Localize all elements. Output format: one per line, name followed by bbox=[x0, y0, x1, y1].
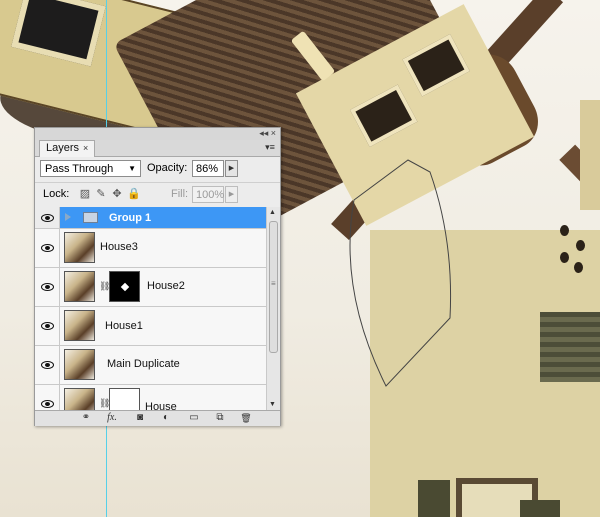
eye-icon bbox=[41, 244, 54, 252]
add-mask-icon[interactable]: ◙ bbox=[133, 412, 147, 425]
trash-icon[interactable]: 🗑 bbox=[239, 412, 253, 425]
close-icon[interactable]: × bbox=[83, 143, 88, 153]
layers-list: Group 1 House3 ⛓ House2 House1 Main Dupl… bbox=[35, 207, 266, 410]
mask-link-icon[interactable]: ⛓ bbox=[99, 397, 110, 409]
lock-transparency-icon[interactable]: ▨ bbox=[79, 188, 91, 200]
expand-arrow-icon[interactable] bbox=[65, 213, 71, 221]
visibility-toggle[interactable] bbox=[35, 229, 60, 267]
eye-icon bbox=[41, 400, 54, 408]
lock-pixels-icon[interactable]: ✎ bbox=[95, 188, 107, 200]
lock-label: Lock: bbox=[43, 188, 70, 200]
eye-icon bbox=[41, 361, 54, 369]
layer-row-main-duplicate[interactable]: Main Duplicate bbox=[35, 346, 266, 385]
scroll-down-icon[interactable]: ▼ bbox=[269, 401, 276, 408]
scrollbar-thumb[interactable]: ≡ bbox=[269, 221, 278, 353]
layer-name: House3 bbox=[100, 241, 138, 253]
lock-position-icon[interactable]: ✥ bbox=[111, 188, 123, 200]
layer-name: Main Duplicate bbox=[107, 358, 180, 370]
layer-thumbnail bbox=[64, 388, 95, 410]
new-layer-icon[interactable]: ⧉ bbox=[213, 412, 227, 425]
visibility-toggle[interactable] bbox=[35, 307, 60, 345]
link-layers-icon[interactable]: ⚭ bbox=[79, 412, 93, 425]
layers-bottom-toolbar: ⚭ fx. ◙ ◐ ▭ ⧉ 🗑 bbox=[35, 410, 280, 426]
layer-mask-thumbnail[interactable] bbox=[109, 388, 140, 410]
visibility-toggle[interactable] bbox=[35, 346, 60, 384]
fill-label: Fill: bbox=[171, 188, 189, 200]
visibility-toggle[interactable] bbox=[35, 268, 60, 306]
layer-thumbnail bbox=[64, 349, 95, 380]
layer-name: House bbox=[145, 401, 177, 410]
tab-layers[interactable]: Layers × bbox=[39, 140, 96, 157]
layer-row-house[interactable]: ⛓ House bbox=[35, 385, 266, 410]
layer-thumbnail bbox=[64, 232, 95, 263]
fill-slider-button[interactable]: ▶ bbox=[225, 186, 238, 203]
scroll-up-icon[interactable]: ▲ bbox=[269, 209, 276, 216]
eye-icon bbox=[41, 283, 54, 291]
mask-link-icon[interactable]: ⛓ bbox=[99, 280, 110, 292]
panel-menu-icon[interactable]: ▾≡ bbox=[263, 142, 277, 154]
layer-thumbnail bbox=[64, 271, 95, 302]
opacity-label: Opacity: bbox=[147, 162, 188, 174]
layer-name: House2 bbox=[147, 280, 185, 292]
layer-row-house2[interactable]: ⛓ House2 bbox=[35, 268, 266, 307]
fx-icon[interactable]: fx. bbox=[103, 412, 121, 425]
fill-input[interactable]: 100% bbox=[192, 186, 224, 203]
visibility-toggle[interactable] bbox=[35, 207, 60, 228]
layer-mask-thumbnail[interactable] bbox=[109, 271, 140, 302]
tab-layers-label: Layers bbox=[46, 142, 80, 154]
opacity-input[interactable]: 86% bbox=[192, 160, 224, 177]
layer-name: Group 1 bbox=[109, 212, 152, 224]
layer-row-house3[interactable]: House3 bbox=[35, 229, 266, 268]
eye-icon bbox=[41, 214, 54, 222]
layer-name: House1 bbox=[105, 320, 143, 332]
new-group-icon[interactable]: ▭ bbox=[187, 412, 201, 425]
layers-scrollbar[interactable]: ▲ ≡ ▼ bbox=[266, 207, 280, 410]
eye-icon bbox=[41, 322, 54, 330]
folder-icon bbox=[83, 212, 98, 223]
opacity-slider-button[interactable]: ▶ bbox=[225, 160, 238, 177]
adjustment-layer-icon[interactable]: ◐ bbox=[159, 412, 173, 425]
panel-collapse-close-icons[interactable]: ◂◂ × bbox=[259, 128, 276, 139]
layer-row-house1[interactable]: House1 bbox=[35, 307, 266, 346]
lock-all-icon[interactable]: 🔒 bbox=[127, 188, 141, 200]
chevron-down-icon: ▼ bbox=[128, 164, 136, 173]
blend-mode-select[interactable]: Pass Through ▼ bbox=[40, 160, 141, 177]
layers-panel: ◂◂ × Layers × ▾≡ Pass Through ▼ Opacity: … bbox=[34, 127, 281, 426]
blend-row: Pass Through ▼ Opacity: 86% ▶ bbox=[35, 157, 280, 182]
lock-row: Lock: ▨ ✎ ✥ 🔒 Fill: 100% ▶ bbox=[35, 182, 280, 208]
layer-thumbnail bbox=[64, 310, 95, 341]
layer-row-group-1[interactable]: Group 1 bbox=[35, 207, 266, 229]
panel-tab-row: Layers × ▾≡ bbox=[35, 140, 280, 157]
blend-mode-value: Pass Through bbox=[45, 163, 114, 175]
visibility-toggle[interactable] bbox=[35, 385, 60, 410]
